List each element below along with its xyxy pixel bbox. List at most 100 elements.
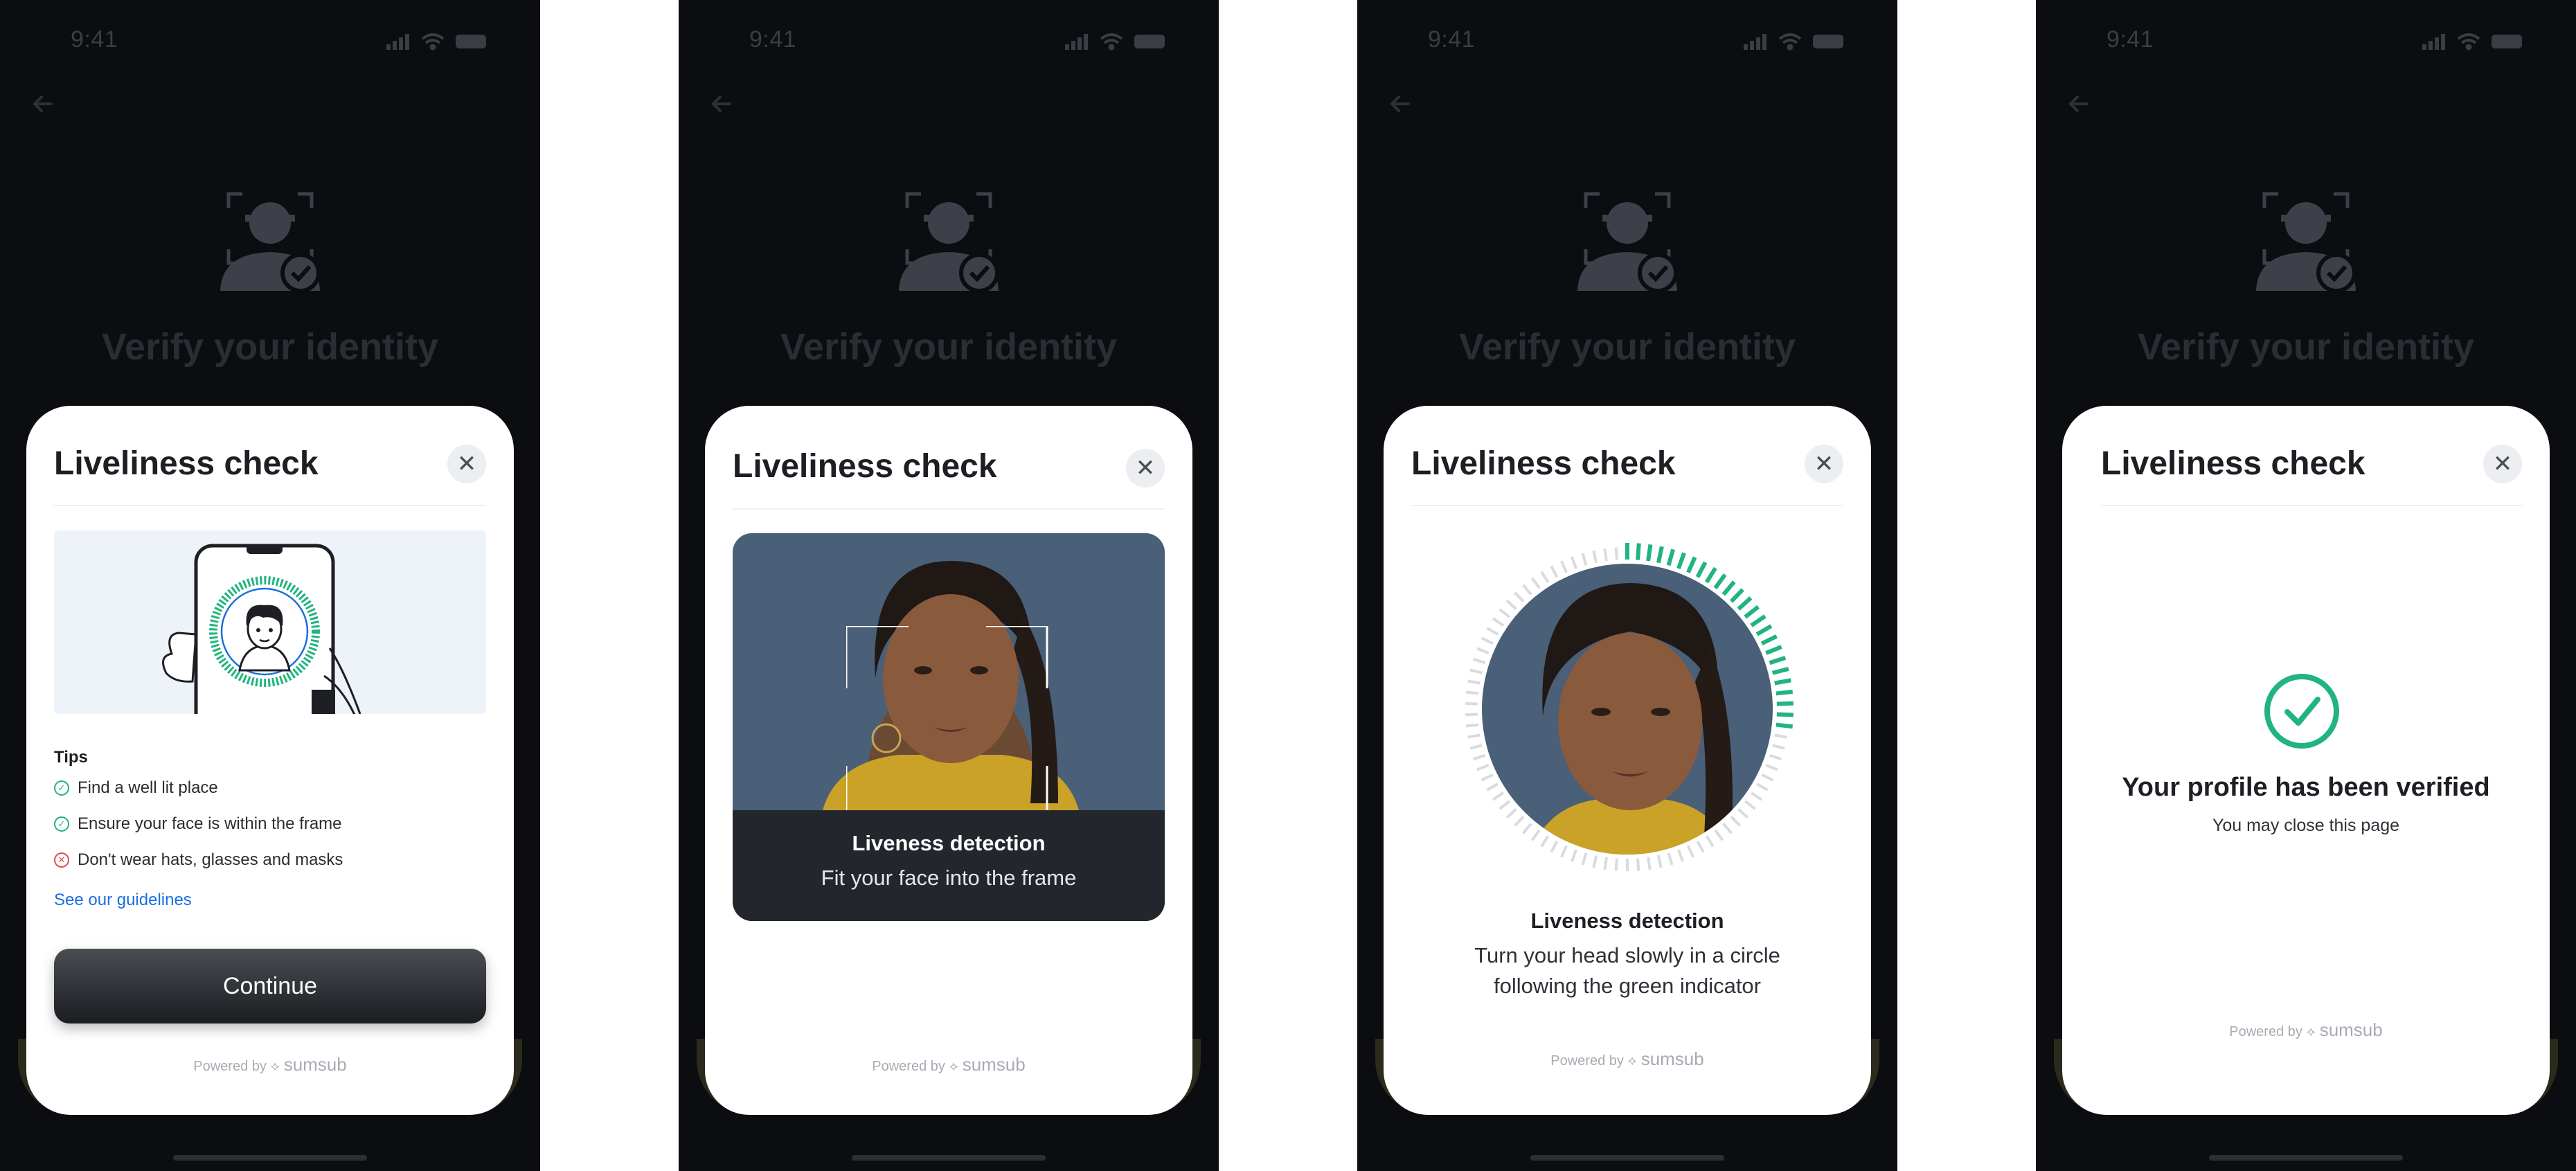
back-arrow-icon[interactable]	[706, 89, 737, 119]
wifi-icon	[2457, 33, 2480, 51]
indicator-tick	[1761, 773, 1774, 782]
face-frame	[846, 626, 1048, 828]
back-arrow-icon[interactable]	[28, 89, 58, 119]
battery-icon	[456, 35, 486, 48]
battery-icon	[1813, 35, 1843, 48]
face-scan-icon	[220, 192, 321, 293]
indicator-tick	[1522, 584, 1532, 596]
indicator-tick	[1581, 852, 1588, 866]
indicator-tick	[1486, 783, 1499, 792]
continue-button[interactable]: Continue	[54, 949, 486, 1023]
indicator-tick	[1476, 647, 1490, 654]
indicator-tick	[1765, 764, 1778, 771]
close-button[interactable]: ✕	[1805, 445, 1843, 483]
status-icons	[1065, 33, 1165, 51]
indicator-tick	[1744, 605, 1760, 619]
indicator-tick	[1550, 565, 1559, 578]
indicator-tick	[1772, 744, 1785, 750]
sheet-title: Liveliness check	[733, 448, 997, 485]
instruction-line: following the green indicator	[1493, 974, 1762, 998]
status-time: 9:41	[71, 26, 118, 53]
indicator-tick	[1647, 857, 1652, 870]
indicator-tick	[1486, 627, 1499, 636]
sheet-title: Liveliness check	[1411, 445, 1676, 482]
powered-by: Powered by ⟡ sumsub	[2062, 1019, 2550, 1041]
indicator-tick	[1737, 808, 1749, 819]
indicator-tick	[1514, 591, 1525, 603]
phone-illustration	[54, 530, 486, 714]
indicator-tick	[1769, 655, 1787, 665]
close-button[interactable]: ✕	[1126, 449, 1165, 488]
indicator-tick	[1721, 580, 1736, 596]
indicator-tick	[1646, 544, 1653, 562]
wifi-icon	[1778, 33, 1802, 51]
phone-screen-rotation: 9:41 Verify your identity Liveliness che…	[1357, 0, 1897, 1171]
indicator-tick	[1729, 588, 1744, 603]
verify-identity-title: Verify your identity	[101, 326, 439, 368]
indicator-tick	[1676, 552, 1686, 570]
rotation-indicator	[1465, 543, 1794, 871]
indicator-tick	[1472, 753, 1486, 761]
indicator-tick	[1581, 553, 1588, 566]
tip-text: Find a well lit place	[78, 778, 218, 797]
status-time: 9:41	[749, 26, 797, 53]
indicator-tick	[1695, 561, 1708, 578]
signal-icon	[2422, 34, 2445, 50]
close-button[interactable]: ✕	[2483, 445, 2522, 483]
indicator-tick	[1750, 614, 1766, 627]
indicator-tick	[1505, 599, 1517, 610]
tip-text: Don't wear hats, glasses and masks	[78, 850, 343, 869]
indicator-tick	[1603, 548, 1608, 562]
powered-by-label: Powered by	[872, 1059, 945, 1074]
sumsub-logo-icon: ⟡	[2306, 1024, 2316, 1039]
camera-preview: Liveness detection Fit your face into th…	[733, 533, 1165, 921]
indicator-tick	[1774, 678, 1791, 686]
indicator-tick	[1771, 667, 1789, 675]
guidelines-link[interactable]: See our guidelines	[54, 891, 192, 910]
signal-icon	[1744, 34, 1766, 50]
indicator-tick	[1756, 783, 1769, 792]
indicator-tick	[1687, 845, 1695, 858]
powered-by: Powered by ⟡ sumsub	[26, 1054, 514, 1075]
tip-item: ✕ Don't wear hats, glasses and masks	[54, 850, 343, 870]
indicator-tick	[1466, 723, 1479, 728]
indicator-tick	[1737, 596, 1753, 611]
indicator-tick	[1603, 857, 1608, 870]
home-indicator	[852, 1155, 1046, 1161]
caption-subtitle: Fit your face into the frame	[821, 866, 1077, 890]
phone-screen-tips: 9:41 Verify your identity Liveliness che…	[0, 0, 540, 1171]
indicator-tick	[1559, 845, 1568, 858]
check-icon: ✓	[54, 816, 69, 832]
indicator-tick	[1614, 547, 1618, 560]
phone-screen-verified: 9:41 Verify your identity Liveliness che…	[2036, 0, 2576, 1171]
sumsub-logo-icon: ⟡	[270, 1059, 280, 1074]
indicator-tick	[1614, 858, 1618, 871]
tip-text: Ensure your face is within the frame	[78, 814, 342, 833]
indicator-tick	[1550, 840, 1559, 853]
verify-identity-title: Verify your identity	[1458, 326, 1796, 368]
divider	[733, 508, 1165, 510]
battery-icon	[2492, 35, 2522, 48]
liveliness-sheet: Liveliness check ✕ Your profile has been…	[2062, 406, 2550, 1115]
battery-icon	[1134, 35, 1165, 48]
powered-by: Powered by ⟡ sumsub	[1384, 1048, 1871, 1070]
close-button[interactable]: ✕	[447, 445, 486, 483]
status-time: 9:41	[2107, 26, 2154, 53]
powered-by-label: Powered by	[2229, 1024, 2302, 1039]
back-arrow-icon[interactable]	[1385, 89, 1415, 119]
verify-identity-title: Verify your identity	[780, 326, 1118, 368]
indicator-tick	[1530, 829, 1541, 841]
divider	[1411, 505, 1843, 506]
signal-icon	[386, 34, 409, 50]
brand-name: sumsub	[962, 1054, 1026, 1075]
caption-title: Liveness detection	[852, 831, 1046, 855]
brand-name: sumsub	[1640, 1048, 1704, 1069]
close-icon: ✕	[1814, 451, 1834, 477]
tips-heading: Tips	[54, 748, 88, 767]
back-arrow-icon[interactable]	[2064, 89, 2094, 119]
indicator-tick	[1750, 792, 1763, 801]
indicator-tick	[1469, 744, 1483, 750]
indicator-tick	[1704, 566, 1717, 584]
face-scan-icon	[2256, 192, 2356, 293]
divider	[2101, 505, 2522, 506]
